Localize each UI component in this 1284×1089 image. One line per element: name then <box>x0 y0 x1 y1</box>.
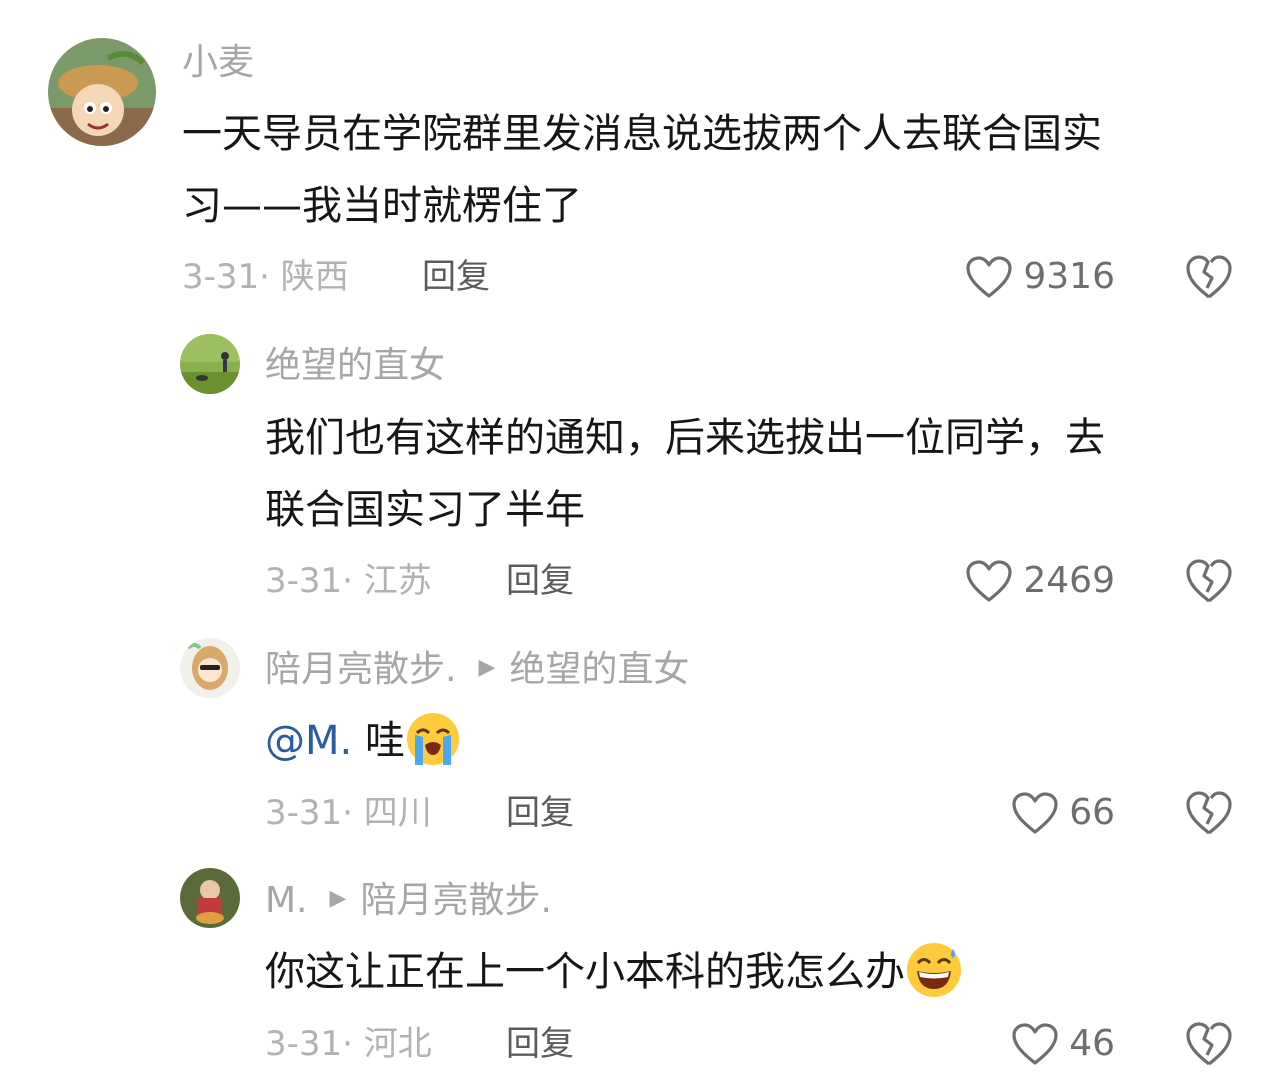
reply-arrow-icon: ▶ <box>478 655 496 680</box>
broken-heart-icon[interactable] <box>1185 254 1233 300</box>
comment-region: 江苏 <box>363 561 432 601</box>
comment-meta: 3-31· 河北 <box>265 1027 432 1061</box>
reply-arrow-icon: ▶ <box>329 886 347 911</box>
comment-text-body: 你这让正在上一个小本科的我怎么办 <box>265 949 905 995</box>
comment-author[interactable]: 绝望的直女 <box>265 348 445 384</box>
comment-text-line: 习——我当时就楞住了 <box>182 183 582 229</box>
comment-meta: 3-31· 陕西 <box>182 260 349 294</box>
comment-meta: 3-31· 四川 <box>265 796 432 830</box>
comment-author[interactable]: 陪月亮散步. <box>265 649 456 690</box>
broken-heart-icon[interactable] <box>1185 558 1233 604</box>
broken-heart-icon[interactable] <box>1185 1021 1233 1067</box>
like-count: 46 <box>1069 1023 1115 1064</box>
comment-author[interactable]: 小麦 <box>182 45 254 81</box>
comment-date: 3-31· <box>265 793 353 833</box>
comment-region: 陕西 <box>280 257 349 297</box>
comment-text-line: 联合国实习了半年 <box>265 487 585 533</box>
comment-text: 你这让正在上一个小本科的我怎么办 <box>265 936 963 1008</box>
comment-meta: 3-31· 江苏 <box>265 564 432 598</box>
mention-link[interactable]: @M. <box>265 718 352 764</box>
comment-text-line: 一天导员在学院群里发消息说选拔两个人去联合国实 <box>182 111 1102 157</box>
comment-text-line: 我们也有这样的通知，后来选拔出一位同学，去 <box>265 415 1105 461</box>
reply-button[interactable]: 回复 <box>506 796 574 830</box>
comment-region: 河北 <box>363 1024 432 1064</box>
broken-heart-icon[interactable] <box>1185 790 1233 836</box>
comment-date: 3-31· <box>265 561 353 601</box>
comment-author[interactable]: M. <box>265 880 308 921</box>
like-count: 66 <box>1069 792 1115 833</box>
like-button[interactable]: 46 <box>895 1019 1115 1069</box>
avatar[interactable] <box>48 38 156 146</box>
like-count: 9316 <box>1023 256 1115 297</box>
like-count: 2469 <box>1023 560 1115 601</box>
heart-outline-icon <box>966 560 1012 602</box>
reply-to-author[interactable]: 绝望的直女 <box>509 649 689 690</box>
like-button[interactable]: 9316 <box>895 252 1115 302</box>
comment-date: 3-31· <box>265 1024 353 1064</box>
comment-author-line: M. ▶ 陪月亮散步. <box>265 883 552 919</box>
loudly-crying-face-icon <box>406 713 459 765</box>
reply-button[interactable]: 回复 <box>422 260 490 294</box>
reply-to-author[interactable]: 陪月亮散步. <box>360 880 551 921</box>
avatar[interactable] <box>180 868 240 928</box>
heart-outline-icon <box>1012 792 1058 834</box>
avatar[interactable] <box>180 638 240 698</box>
like-button[interactable]: 2469 <box>895 556 1115 606</box>
heart-outline-icon <box>1012 1023 1058 1065</box>
reply-button[interactable]: 回复 <box>506 564 574 598</box>
comment-author-line: 陪月亮散步. ▶ 绝望的直女 <box>265 652 689 688</box>
like-button[interactable]: 66 <box>895 788 1115 838</box>
reply-button[interactable]: 回复 <box>506 1027 574 1061</box>
avatar[interactable] <box>180 334 240 394</box>
comment-date: 3-31· <box>182 257 270 297</box>
comment-text-body: 哇 <box>352 718 405 764</box>
comment-region: 四川 <box>363 793 432 833</box>
comment-text: @M. 哇 <box>265 705 461 777</box>
heart-outline-icon <box>966 256 1012 298</box>
grinning-sweat-face-icon <box>907 943 961 997</box>
